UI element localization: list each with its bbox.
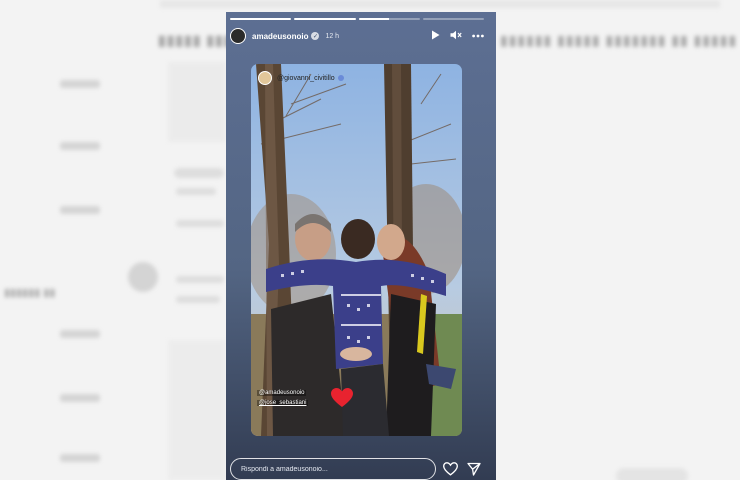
repost-source[interactable]: @giovanni_civitillo	[258, 71, 344, 85]
family-photo	[251, 64, 462, 436]
background-blurred-text: ▮▮▮▮▮▮ ▮▮▮▮▮ ▮▮▮▮▮▮▮ ▮▮ ▮▮▮▮▮	[500, 32, 738, 48]
red-heart-sticker-icon	[331, 388, 353, 413]
background-pill	[616, 468, 688, 480]
background-action-icons	[174, 168, 224, 178]
verified-badge-icon: ✓	[311, 32, 320, 40]
progress-segment	[294, 18, 356, 20]
background-blurred-title: ▮▮▮▮▮ ▮▮▮	[158, 32, 233, 48]
background-side-item	[60, 454, 100, 462]
reply-input[interactable]	[230, 458, 436, 480]
background-side-item	[60, 394, 100, 402]
background-side-item	[60, 330, 100, 338]
background-left-text: ▮▮▮▮▮▮ ▮▮	[4, 287, 56, 299]
progress-fill	[294, 18, 356, 20]
source-username[interactable]: @giovanni_civitillo	[277, 75, 335, 82]
author-avatar[interactable]	[230, 28, 246, 44]
source-avatar[interactable]	[258, 71, 272, 85]
background-text-line	[176, 188, 216, 195]
play-icon[interactable]	[431, 30, 440, 43]
story-controls	[431, 30, 484, 43]
background-side-item	[60, 142, 100, 150]
mention-tag[interactable]: @jose_sebastiani	[257, 400, 309, 406]
story-header: amadeusonoio ✓ 12 h	[230, 26, 484, 46]
send-icon[interactable]	[467, 462, 481, 480]
progress-segment	[422, 18, 484, 20]
mention-tag[interactable]: @amadeusonoio	[257, 390, 307, 396]
background-avatar	[128, 262, 158, 292]
source-verified-icon	[337, 75, 344, 81]
story-viewer: amadeusonoio ✓ 12 h @giovanni_civitillo …	[226, 12, 496, 480]
background-side-item	[60, 206, 100, 214]
background-text-line	[176, 220, 224, 227]
progress-segment	[230, 18, 292, 20]
story-timestamp: 12 h	[325, 32, 340, 40]
background-top-bar	[160, 0, 720, 8]
reposted-photo-card[interactable]: @giovanni_civitillo @amadeusonoio @jose_…	[251, 64, 462, 436]
heart-icon[interactable]	[442, 462, 459, 480]
progress-fill	[230, 18, 292, 20]
background-side-item	[60, 80, 100, 88]
author-username[interactable]: amadeusonoio	[252, 32, 308, 41]
background-photo	[168, 62, 226, 142]
background-text-line	[176, 276, 224, 283]
progress-fill	[358, 18, 390, 20]
background-photo	[168, 340, 226, 480]
background-text-line	[176, 296, 220, 303]
speaker-muted-icon[interactable]	[450, 30, 462, 43]
more-icon[interactable]	[472, 31, 484, 41]
story-progress-bar	[230, 18, 484, 20]
progress-segment	[358, 18, 420, 20]
